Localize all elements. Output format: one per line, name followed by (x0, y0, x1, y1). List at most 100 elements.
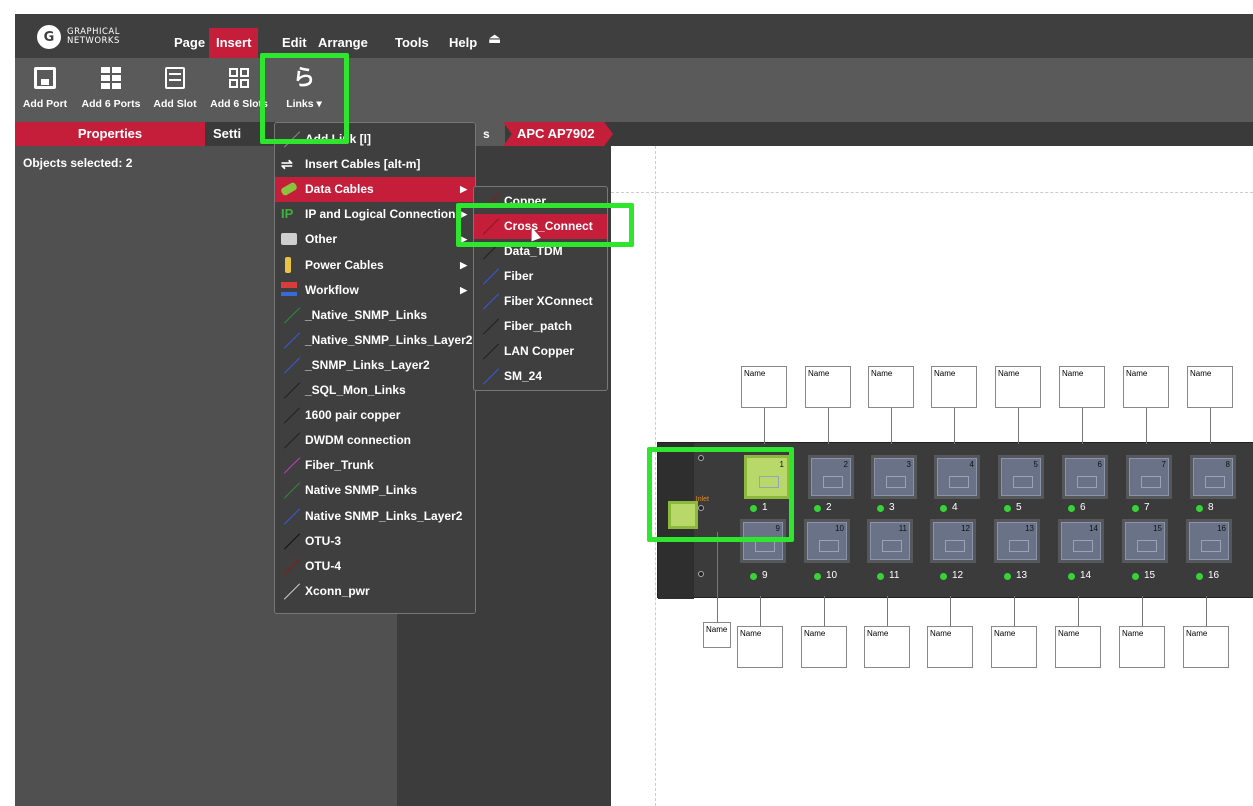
links-menu-item[interactable]: Data Cables ▶ (275, 177, 475, 203)
outlet-port[interactable]: 10 (804, 519, 850, 563)
links-menu-item[interactable]: ⇌ Insert Cables [alt-m] (275, 152, 475, 177)
links-menu-item[interactable]: Workflow ▶ (275, 278, 475, 303)
outlet-icon (945, 540, 965, 552)
data-cable-item[interactable]: SM_24 (474, 364, 607, 389)
outlet-port[interactable]: 16 (1186, 519, 1232, 563)
outlet-port[interactable]: 9 (740, 519, 786, 563)
port-name-box[interactable]: Name (737, 626, 783, 668)
links-menu-item[interactable]: _SQL_Mon_Links (275, 378, 475, 403)
port-name-box[interactable]: Name (801, 626, 847, 668)
links-menu-item[interactable]: Xconn_pwr (275, 579, 475, 604)
breadcrumb-item[interactable]: s (475, 122, 505, 146)
status-led-icon (1196, 505, 1203, 512)
links-menu-item[interactable]: Add Link [l] (275, 127, 475, 152)
inlet-name-box[interactable]: Name (703, 622, 731, 648)
links-menu-item[interactable]: 1600 pair copper (275, 403, 475, 428)
outlet-port[interactable]: 12 (930, 519, 976, 563)
data-cable-item[interactable]: Fiber_patch (474, 314, 607, 339)
port-label: 8 (1208, 502, 1214, 513)
port-name-box[interactable]: Name (1059, 366, 1105, 408)
status-led-icon (1132, 573, 1139, 580)
tab-properties[interactable]: Properties (15, 122, 205, 146)
port-name-box[interactable]: Name (1123, 366, 1169, 408)
links-menu-item[interactable]: Native SNMP_Links_Layer2 (275, 504, 475, 529)
links-menu-item[interactable]: OTU-3 (275, 529, 475, 554)
add-6-ports-button[interactable]: Add 6 Ports (79, 66, 143, 110)
links-menu-item[interactable]: _Native_SNMP_Links (275, 303, 475, 328)
plug-icon (285, 256, 291, 273)
links-menu-item[interactable]: _SNMP_Links_Layer2 (275, 353, 475, 378)
outlet-port[interactable]: 15 (1122, 519, 1168, 563)
ports-grid-icon (99, 66, 123, 90)
port-name-box[interactable]: Name (991, 626, 1037, 668)
submenu-arrow-icon: ▶ (460, 284, 467, 295)
port-name-box[interactable]: Name (995, 366, 1041, 408)
port-name-box[interactable]: Name (868, 366, 914, 408)
outlet-icon (755, 540, 775, 552)
outlet-port[interactable]: 7 (1126, 455, 1172, 499)
port-name-box[interactable]: Name (927, 626, 973, 668)
links-menu-item[interactable]: DWDM connection (275, 428, 475, 453)
data-cable-item[interactable]: Fiber (474, 264, 607, 289)
connector-line (1142, 596, 1143, 626)
links-menu-item[interactable]: Power Cables ▶ (275, 253, 475, 278)
menu-arrange[interactable]: Arrange (311, 28, 375, 58)
port-name-box[interactable]: Name (1119, 626, 1165, 668)
port-name-box[interactable]: Name (1183, 626, 1229, 668)
outlet-icon (1077, 476, 1097, 488)
outlet-port[interactable]: 3 (871, 455, 917, 499)
links-menu-item[interactable]: Native SNMP_Links (275, 478, 475, 503)
toolbar: Add Port Add 6 Ports Add Slot Add 6 Slot… (15, 58, 1253, 122)
menu-insert[interactable]: Insert (209, 28, 259, 58)
breadcrumb-active[interactable]: APC AP7902 (503, 122, 613, 146)
links-menu-item[interactable]: _Native_SNMP_Links_Layer2 (275, 328, 475, 353)
connector-line (828, 408, 829, 444)
outlet-port[interactable]: 11 (867, 519, 913, 563)
power-inlet-port[interactable]: Inlet (668, 496, 709, 529)
data-cable-item[interactable]: Copper (474, 189, 607, 214)
data-cable-item[interactable]: LAN Copper (474, 339, 607, 364)
data-cable-item[interactable]: Data_TDM (474, 239, 607, 264)
menu-edit[interactable]: Edit (275, 28, 314, 58)
menu-page[interactable]: Page (167, 28, 212, 58)
add-port-button[interactable]: Add Port (19, 66, 71, 110)
links-dropdown-button[interactable]: ら Links ▾ (277, 66, 331, 111)
cable-line-icon (480, 293, 500, 310)
outlet-icon (819, 540, 839, 552)
outlet-port[interactable]: 14 (1058, 519, 1104, 563)
outlet-port[interactable]: 2 (808, 455, 854, 499)
slot-icon (163, 66, 187, 90)
connector-line (1018, 408, 1019, 444)
connector-line (891, 408, 892, 444)
outlet-port[interactable]: 6 (1062, 455, 1108, 499)
port-label: 15 (1144, 570, 1156, 581)
menu-tools[interactable]: Tools (388, 28, 436, 58)
links-menu-item[interactable]: Other ▶ (275, 227, 475, 252)
outlet-port[interactable]: 13 (994, 519, 1040, 563)
tab-settings[interactable]: Setti (213, 122, 241, 146)
port-name-box[interactable]: Name (1187, 366, 1233, 408)
add-6-slots-button[interactable]: Add 6 Slots (209, 66, 269, 110)
pdu-device[interactable]: 1 1 2 2 3 3 4 4 5 5 6 6 7 7 8 8 9 9 10 10 11 11 12 12 13 13 14 14 15… (657, 442, 1253, 599)
port-number: 12 (961, 524, 970, 533)
links-menu-item[interactable]: Fiber_Trunk (275, 453, 475, 478)
data-cable-item[interactable]: Fiber XConnect (474, 289, 607, 314)
menu-help[interactable]: Help (442, 28, 484, 58)
data-cable-item[interactable]: Cross_Connect (474, 214, 607, 239)
workflow-icon (281, 281, 297, 296)
outlet-port[interactable]: 8 (1190, 455, 1236, 499)
port-name-box[interactable]: Name (864, 626, 910, 668)
port-name-box[interactable]: Name (805, 366, 851, 408)
diagram-canvas[interactable]: 1 1 2 2 3 3 4 4 5 5 6 6 7 7 8 8 9 9 10 10 11 11 12 12 13 13 14 14 15… (611, 146, 1253, 806)
add-slot-button[interactable]: Add Slot (151, 66, 199, 110)
outlet-port[interactable]: 5 (998, 455, 1044, 499)
links-menu-item[interactable]: IP IP and Logical Connections ▶ (275, 202, 475, 227)
port-name-box[interactable]: Name (1055, 626, 1101, 668)
outlet-port[interactable]: 4 (934, 455, 980, 499)
eject-icon[interactable]: ⏏ (488, 30, 501, 47)
outlet-port[interactable]: 1 (744, 455, 790, 499)
port-name-box[interactable]: Name (741, 366, 787, 408)
outlet-icon (1013, 476, 1033, 488)
port-name-box[interactable]: Name (931, 366, 977, 408)
links-menu-item[interactable]: OTU-4 (275, 554, 475, 579)
